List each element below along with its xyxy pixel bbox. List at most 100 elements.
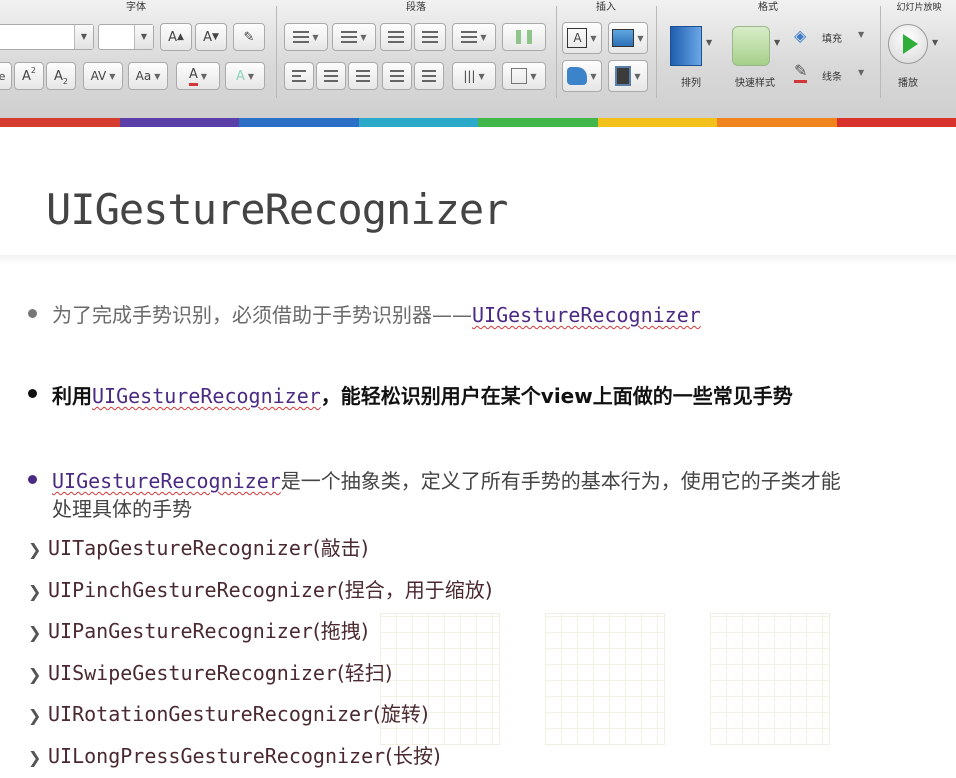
grow-font-button[interactable]: A ▲ <box>160 23 192 51</box>
bulleted-list-icon <box>293 31 310 43</box>
text-box-button[interactable]: A ▼ <box>562 22 602 54</box>
bullet-text: ，能轻松识别用户在某个view上面做的一些常见手势 <box>320 384 793 408</box>
strikethrough-icon: e <box>0 70 5 83</box>
color-bar-segment <box>717 118 837 127</box>
subclass-item: ❯ UISwipeGestureRecognizer(轻扫) <box>28 657 393 686</box>
format-group: 格式 ▼ 排列 ▼ 快速样式 ◈ 填充 ▼ ✎ 线条 ▼ <box>658 0 878 118</box>
text-direction-button[interactable]: ||| ▼ <box>452 62 496 90</box>
text-effects-icon: A <box>235 68 245 84</box>
subclass-item: ❯ UITapGestureRecognizer(敲击) <box>28 532 369 561</box>
play-button[interactable]: ▼ 播放 <box>884 22 948 94</box>
theme-color-bar <box>0 118 956 127</box>
font-group: 字体 ▼ ▼ A▲ A▼ ✎ e A2 A2 AV▼ Aa▼ <box>0 0 272 118</box>
justify-icon <box>390 70 404 82</box>
text-direction-icon: ||| <box>463 69 476 83</box>
code-term: UIGestureRecognizer <box>92 384 321 408</box>
chevron-down-icon[interactable]: ▼ <box>74 25 93 49</box>
bullets-button[interactable]: ▼ <box>284 23 328 51</box>
align-right-button[interactable] <box>348 62 378 90</box>
subclass-description: (轻扫) <box>336 660 393 685</box>
shrink-font-button[interactable]: A ▼ <box>195 23 227 51</box>
justify-button[interactable] <box>382 62 412 90</box>
slide-title: UIGestureRecognizer <box>46 185 508 234</box>
picture-button[interactable]: ▼ <box>608 22 648 54</box>
color-bar-segment <box>597 118 717 127</box>
background-grid-pattern <box>545 613 665 745</box>
color-bar-segment <box>358 118 478 127</box>
columns-icon <box>516 30 532 44</box>
arrange-button[interactable]: ▼ 排列 <box>666 24 716 94</box>
strikethrough-button[interactable]: e <box>0 62 12 90</box>
font-color-button[interactable]: A ▼ <box>176 62 220 90</box>
bullet-dot <box>28 389 37 398</box>
bullet-item-2: 利用UIGestureRecognizer，能轻松识别用户在某个view上面做的… <box>52 380 793 409</box>
subclass-name: UILongPressGestureRecognizer <box>48 743 386 768</box>
text-box-icon: A <box>567 28 588 48</box>
font-name-combo[interactable]: ▼ <box>0 24 94 50</box>
line-label: 线条 <box>822 72 842 83</box>
fill-label: 填充 <box>822 34 842 45</box>
align-right-icon <box>356 70 370 82</box>
subclass-name: UIPanGestureRecognizer <box>48 619 313 643</box>
media-button[interactable]: ▼ <box>608 60 648 92</box>
subclass-name: UITapGestureRecognizer <box>48 536 313 560</box>
fill-button[interactable]: ◈ 填充 ▼ <box>794 24 874 50</box>
numbering-button[interactable]: ▼ <box>332 23 376 51</box>
shape-button[interactable]: ▼ <box>562 60 602 92</box>
change-case-button[interactable]: Aa ▼ <box>128 62 168 90</box>
bullet-item-3-continuation: 处理具体的手势 <box>52 493 192 522</box>
align-center-icon <box>324 70 338 82</box>
bullet-dot <box>28 309 37 318</box>
slideshow-group-title: 幻灯片放映 <box>896 3 942 13</box>
shrink-font-icon: A <box>203 29 212 45</box>
slideshow-group: 幻灯片放映 ▼ 播放 <box>882 0 956 118</box>
align-text-button[interactable]: ▼ <box>502 62 546 90</box>
line-spacing-icon <box>461 31 478 43</box>
font-color-icon: A <box>188 67 198 86</box>
color-bar-segment <box>478 118 598 127</box>
subclass-name: UISwipeGestureRecognizer <box>48 660 337 685</box>
clear-format-button[interactable]: ✎ <box>233 23 265 51</box>
character-spacing-icon: AV <box>90 69 107 83</box>
arrange-label: 排列 <box>681 78 701 89</box>
insert-group-title: 插入 <box>596 2 616 13</box>
font-group-title: 字体 <box>126 2 146 13</box>
superscript-button[interactable]: A2 <box>14 62 44 90</box>
subclass-name: UIPinchGestureRecognizer <box>48 577 337 602</box>
title-divider <box>0 255 956 265</box>
distributed-icon <box>422 70 436 82</box>
text-effects-button[interactable]: A ▼ <box>225 62 265 90</box>
slide-canvas: UIGestureRecognizer 为了完成手势识别，必须借助于手势识别器—… <box>0 127 956 778</box>
chevron-right-icon: ❯ <box>28 706 42 725</box>
line-spacing-button[interactable]: ▼ <box>452 23 496 51</box>
decrease-indent-button[interactable] <box>380 23 412 51</box>
media-icon <box>615 66 632 86</box>
color-bar-segment <box>239 118 359 127</box>
chevron-right-icon: ❯ <box>28 540 42 559</box>
code-term: UIGestureRecognizer <box>472 303 701 327</box>
subclass-item: ❯ UIPinchGestureRecognizer(捏合，用于缩放) <box>28 574 493 603</box>
chevron-down-icon[interactable]: ▼ <box>134 25 153 49</box>
bullet-text: 是一个抽象类，定义了所有手势的基本行为，使用它的子类才能 <box>280 469 841 493</box>
bullet-text: 为了完成手势识别，必须借助于手势识别器—— <box>52 303 472 327</box>
align-left-icon <box>292 70 306 82</box>
distributed-button[interactable] <box>414 62 444 90</box>
subscript-button[interactable]: A2 <box>46 62 76 90</box>
columns-button[interactable] <box>502 23 546 51</box>
numbered-list-icon <box>341 31 358 43</box>
background-grid-pattern <box>710 613 830 745</box>
shape-icon <box>567 67 588 85</box>
align-left-button[interactable] <box>284 62 314 90</box>
subclass-description: (敲击) <box>312 536 369 560</box>
align-center-button[interactable] <box>316 62 346 90</box>
quick-styles-button[interactable]: ▼ 快速样式 <box>722 24 788 94</box>
chevron-right-icon: ❯ <box>28 623 42 642</box>
bullet-item-3: UIGestureRecognizer是一个抽象类，定义了所有手势的基本行为，使… <box>52 465 841 494</box>
increase-indent-button[interactable] <box>414 23 446 51</box>
bullet-item-1: 为了完成手势识别，必须借助于手势识别器——UIGestureRecognizer <box>52 299 701 328</box>
line-button[interactable]: ✎ 线条 ▼ <box>794 62 874 88</box>
paint-bucket-icon: ◈ <box>794 26 807 45</box>
font-size-combo[interactable]: ▼ <box>98 24 154 50</box>
ribbon-separator <box>656 6 657 98</box>
character-spacing-button[interactable]: AV ▼ <box>83 62 123 90</box>
